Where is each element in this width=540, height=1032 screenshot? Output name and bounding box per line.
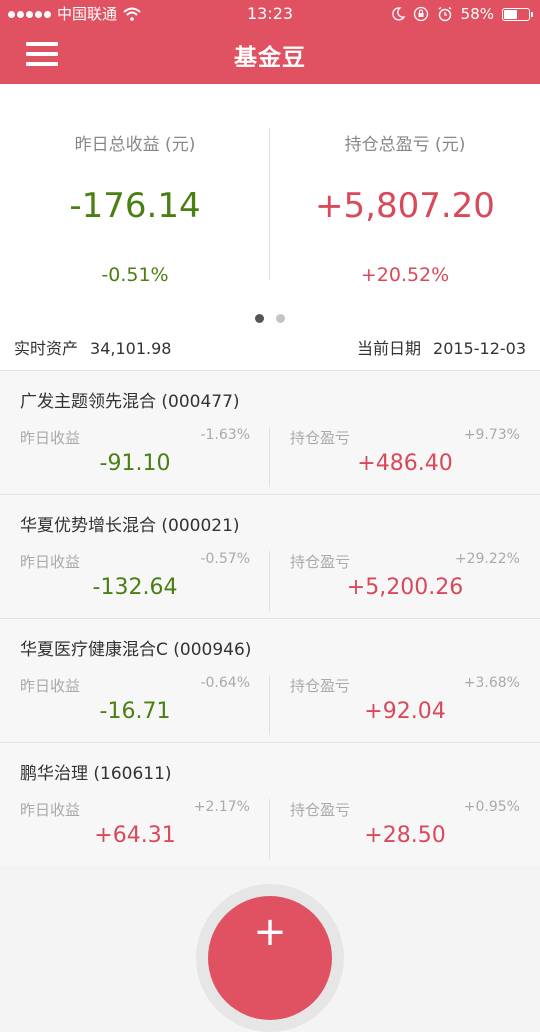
fund-holding-value: +92.04 bbox=[364, 699, 446, 724]
fund-yesterday-pct: -1.63% bbox=[200, 427, 250, 443]
fund-holding-label: 持仓盈亏 bbox=[290, 553, 351, 571]
summary-panel[interactable]: 昨日总收益 (元) -176.14 -0.51% 持仓总盈亏 (元) +5,80… bbox=[0, 84, 540, 334]
fund-holding-value: +28.50 bbox=[364, 823, 446, 848]
fund-yesterday: 昨日收益 -0.64% -16.71 bbox=[0, 675, 270, 735]
assets-bar: 实时资产 34,101.98 当前日期 2015-12-03 bbox=[0, 334, 540, 370]
fund-yesterday-pct: -0.64% bbox=[200, 675, 250, 691]
realtime-assets-label: 实时资产 bbox=[14, 339, 79, 358]
fund-yesterday-label: 昨日收益 bbox=[20, 553, 81, 571]
fund-list: 广发主题领先混合 (000477) 昨日收益 -1.63% -91.10 持仓盈… bbox=[0, 370, 540, 866]
add-fund-button[interactable]: + bbox=[208, 896, 332, 1020]
page-indicator[interactable] bbox=[0, 314, 540, 323]
moon-icon bbox=[391, 7, 405, 21]
fund-holding: 持仓盈亏 +9.73% +486.40 bbox=[270, 427, 540, 487]
status-right: 58% bbox=[391, 0, 533, 28]
fund-yesterday-value: -16.71 bbox=[99, 699, 171, 724]
fund-yesterday-value: -132.64 bbox=[92, 575, 178, 600]
fund-yesterday: 昨日收益 -1.63% -91.10 bbox=[0, 427, 270, 487]
holding-summary: 持仓总盈亏 (元) +5,807.20 +20.52% bbox=[270, 84, 540, 286]
fund-yesterday-label: 昨日收益 bbox=[20, 429, 81, 447]
fund-name: 广发主题领先混合 (000477) bbox=[20, 392, 240, 412]
realtime-assets-value: 34,101.98 bbox=[90, 339, 172, 358]
fund-holding-pct: +0.95% bbox=[463, 799, 520, 815]
holding-total-pct: +20.52% bbox=[360, 264, 450, 286]
fund-name: 华夏优势增长混合 (000021) bbox=[20, 516, 240, 536]
fund-holding-label: 持仓盈亏 bbox=[290, 677, 351, 695]
status-bar: 中国联通 13:23 58% bbox=[0, 0, 540, 28]
fund-holding-value: +486.40 bbox=[357, 451, 453, 476]
yesterday-total-pct: -0.51% bbox=[101, 264, 169, 286]
battery-percent: 58% bbox=[460, 5, 494, 23]
app-header: 中国联通 13:23 58% 基金豆 bbox=[0, 0, 540, 84]
fund-yesterday-pct: -0.57% bbox=[200, 551, 250, 567]
fund-card[interactable]: 广发主题领先混合 (000477) 昨日收益 -1.63% -91.10 持仓盈… bbox=[0, 370, 540, 494]
alarm-icon bbox=[438, 6, 452, 22]
holding-total-value: +5,807.20 bbox=[315, 186, 495, 226]
yesterday-total-value: -176.14 bbox=[69, 186, 201, 226]
fund-holding: 持仓盈亏 +3.68% +92.04 bbox=[270, 675, 540, 735]
fund-yesterday: 昨日收益 -0.57% -132.64 bbox=[0, 551, 270, 611]
current-date: 当前日期 2015-12-03 bbox=[357, 334, 526, 364]
current-date-value: 2015-12-03 bbox=[433, 339, 526, 358]
current-date-label: 当前日期 bbox=[357, 339, 422, 358]
battery-icon bbox=[502, 7, 533, 21]
fund-card[interactable]: 华夏优势增长混合 (000021) 昨日收益 -0.57% -132.64 持仓… bbox=[0, 494, 540, 618]
fund-yesterday-value: +64.31 bbox=[94, 823, 176, 848]
yesterday-summary: 昨日总收益 (元) -176.14 -0.51% bbox=[0, 84, 270, 286]
plus-icon: + bbox=[253, 909, 287, 955]
fund-holding: 持仓盈亏 +0.95% +28.50 bbox=[270, 799, 540, 859]
fund-yesterday: 昨日收益 +2.17% +64.31 bbox=[0, 799, 270, 859]
fund-holding-pct: +3.68% bbox=[463, 675, 520, 691]
page-dot-2[interactable] bbox=[276, 314, 285, 323]
yesterday-total-label: 昨日总收益 (元) bbox=[74, 135, 196, 155]
fund-yesterday-label: 昨日收益 bbox=[20, 677, 81, 695]
rotation-lock-icon bbox=[413, 6, 428, 22]
page-title: 基金豆 bbox=[234, 45, 306, 71]
fund-yesterday-value: -91.10 bbox=[99, 451, 171, 476]
realtime-assets: 实时资产 34,101.98 bbox=[14, 334, 171, 364]
fund-holding-pct: +9.73% bbox=[463, 427, 520, 443]
fund-card[interactable]: 鹏华治理 (160611) 昨日收益 +2.17% +64.31 持仓盈亏 +0… bbox=[0, 742, 540, 866]
fund-yesterday-pct: +2.17% bbox=[193, 799, 250, 815]
fund-name: 华夏医疗健康混合C (000946) bbox=[20, 640, 252, 660]
fund-holding-pct: +29.22% bbox=[454, 551, 520, 567]
fund-card[interactable]: 华夏医疗健康混合C (000946) 昨日收益 -0.64% -16.71 持仓… bbox=[0, 618, 540, 742]
holding-total-label: 持仓总盈亏 (元) bbox=[344, 135, 466, 155]
page-dot-1[interactable] bbox=[255, 314, 264, 323]
fund-holding-label: 持仓盈亏 bbox=[290, 429, 351, 447]
fund-name: 鹏华治理 (160611) bbox=[20, 764, 172, 784]
fund-holding-value: +5,200.26 bbox=[346, 575, 464, 600]
fund-yesterday-label: 昨日收益 bbox=[20, 801, 81, 819]
fund-holding-label: 持仓盈亏 bbox=[290, 801, 351, 819]
fund-holding: 持仓盈亏 +29.22% +5,200.26 bbox=[270, 551, 540, 611]
